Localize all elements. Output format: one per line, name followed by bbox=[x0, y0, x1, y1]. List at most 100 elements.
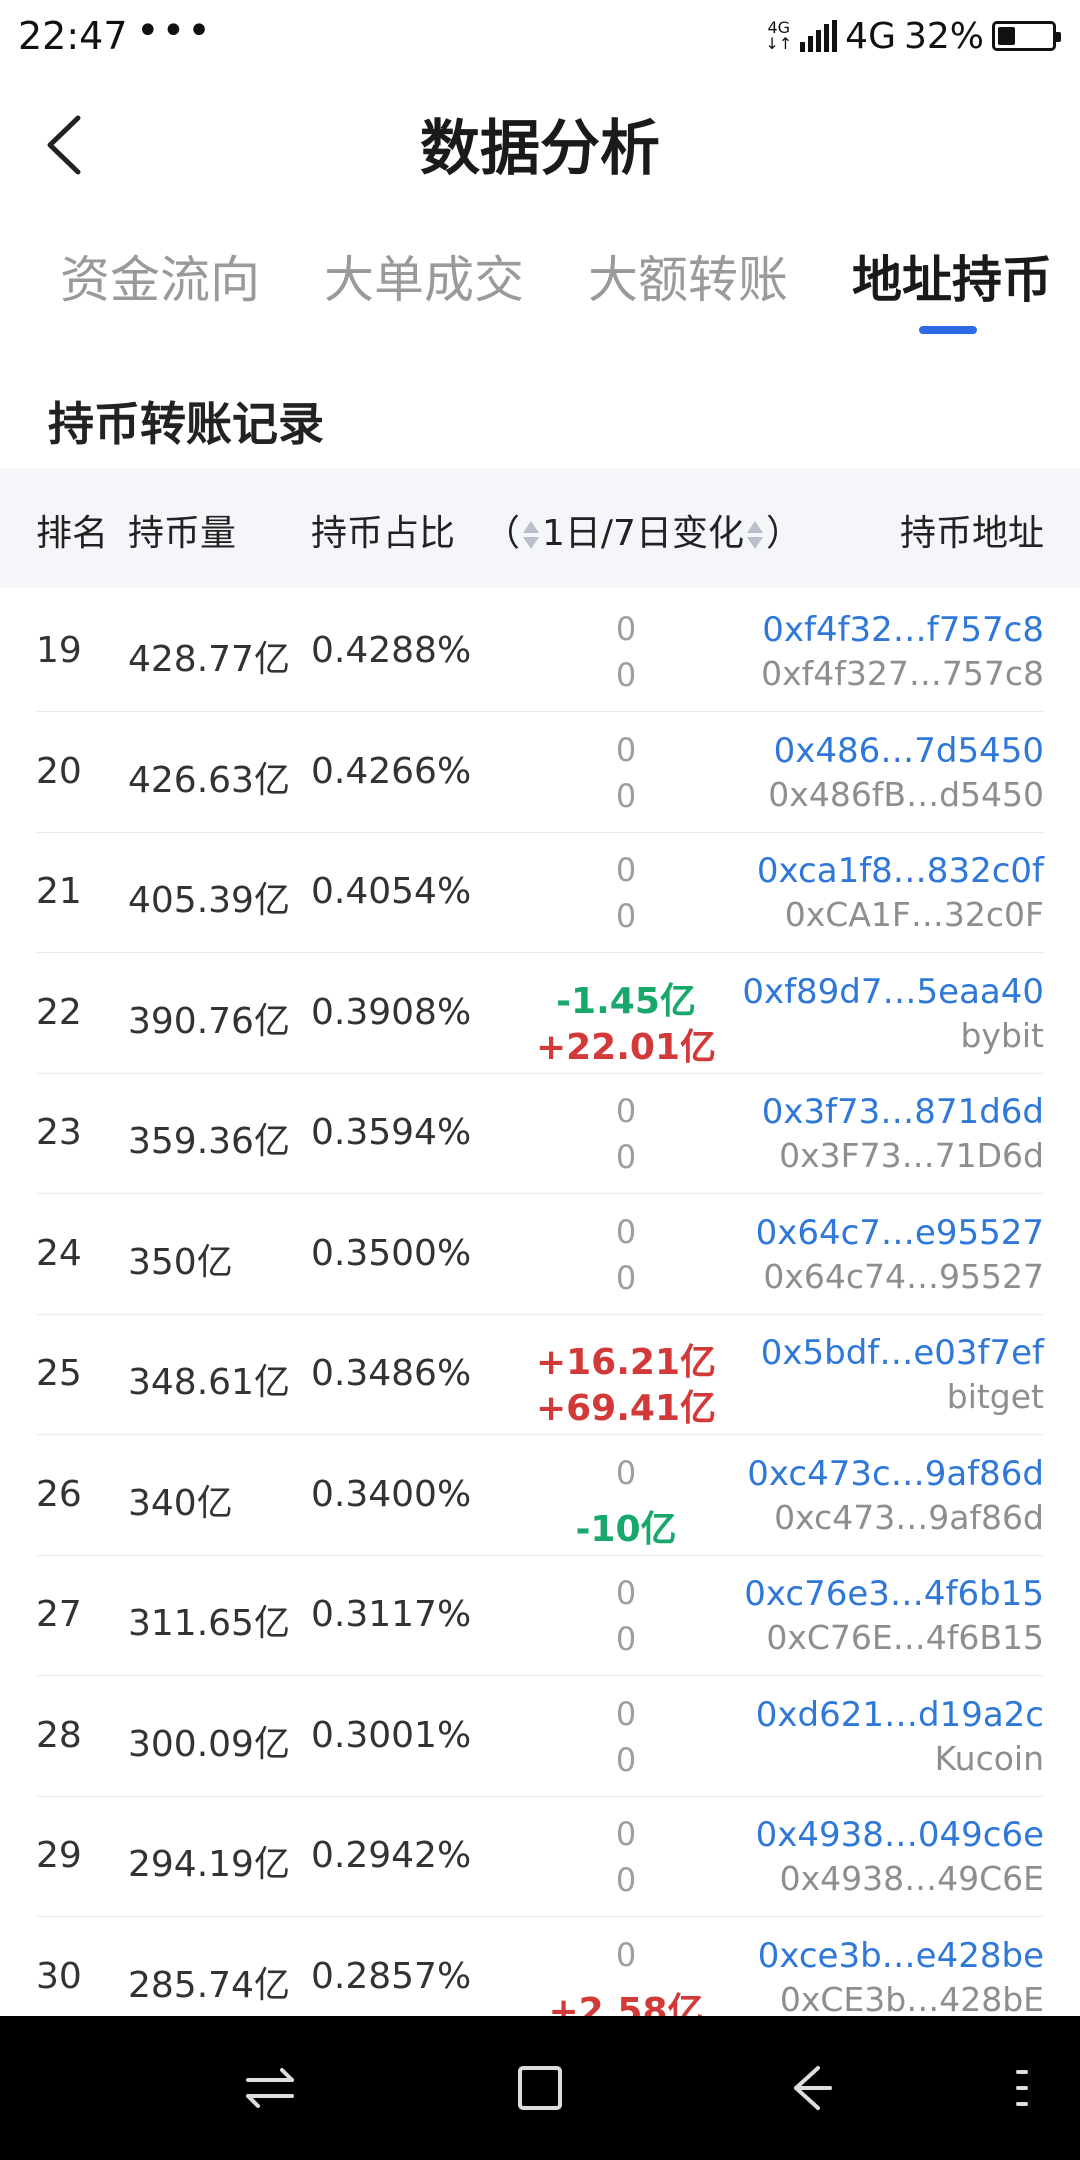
rank-cell: 27 bbox=[36, 1594, 82, 1635]
rank-cell: 20 bbox=[36, 750, 82, 792]
change-1d-cell: 0 bbox=[615, 1815, 637, 1853]
rank-cell: 24 bbox=[36, 1232, 82, 1274]
header-ratio: 持币占比 bbox=[311, 513, 456, 554]
address-link[interactable]: 0xce3b…e428be bbox=[758, 1936, 1044, 1976]
address-link[interactable]: 0xca1f8…832c0f bbox=[757, 851, 1044, 891]
rank-cell: 21 bbox=[36, 871, 82, 912]
address-link[interactable]: 0xc76e3…4f6b15 bbox=[744, 1574, 1044, 1614]
tab-large-orders[interactable]: 大单成交 bbox=[324, 240, 524, 312]
address-link[interactable]: 0x486…7d5450 bbox=[774, 731, 1044, 771]
amount-cell: 390.76亿 bbox=[128, 1000, 290, 1042]
address-link[interactable]: 0xf4f32…f757c8 bbox=[762, 610, 1044, 650]
address-label: 0x4938…49C6E bbox=[779, 1859, 1044, 1898]
amount-cell: 285.74亿 bbox=[128, 1964, 290, 2006]
rank-cell: 25 bbox=[36, 1353, 82, 1394]
address-link[interactable]: 0xc473c…9af86d bbox=[747, 1454, 1044, 1494]
back-arrow-icon[interactable] bbox=[778, 2056, 842, 2120]
rank-cell: 19 bbox=[36, 630, 82, 671]
ratio-cell: 0.3400% bbox=[311, 1473, 472, 1515]
table-row[interactable]: 26 340亿 0.3400% 0 -10亿 0xc473c…9af86d 0xc473…9… bbox=[36, 1436, 1044, 1556]
header-amount: 持币量 bbox=[128, 513, 237, 554]
amount-cell: 426.63亿 bbox=[128, 759, 290, 801]
amount-cell: 311.65亿 bbox=[128, 1603, 290, 1644]
amount-cell: 348.61亿 bbox=[128, 1362, 290, 1403]
table-row[interactable]: 28 300.09亿 0.3001% 0 0 0xd621…d19a2c Kucoin bbox=[36, 1677, 1044, 1797]
address-label: 0xCA1F…32c0F bbox=[784, 895, 1044, 934]
amount-cell: 300.09亿 bbox=[128, 1723, 290, 1765]
address-label: 0x3F73…71D6d bbox=[779, 1136, 1044, 1175]
change-7d-cell: 0 bbox=[615, 1258, 637, 1297]
swap-icon[interactable] bbox=[238, 2056, 302, 2120]
ratio-cell: 0.3594% bbox=[311, 1112, 472, 1153]
page-title: 数据分析 bbox=[420, 114, 660, 184]
address-label: 0xf4f327…757c8 bbox=[761, 654, 1044, 693]
address-link[interactable]: 0xf89d7…5eaa40 bbox=[742, 972, 1044, 1012]
tab-large-transfers[interactable]: 大额转账 bbox=[588, 240, 788, 312]
address-label: Kucoin bbox=[934, 1738, 1044, 1778]
battery-icon bbox=[992, 21, 1061, 51]
address-link[interactable]: 0x3f73…871d6d bbox=[762, 1092, 1044, 1132]
address-label: 0xC76E…4f6B15 bbox=[766, 1618, 1044, 1657]
rank-cell: 23 bbox=[36, 1112, 82, 1153]
sort-icon[interactable] bbox=[744, 517, 766, 553]
rank-cell: 22 bbox=[36, 991, 82, 1033]
tab-fund-flow[interactable]: 资金流向 bbox=[60, 240, 260, 312]
tab-active-indicator bbox=[919, 326, 977, 334]
ratio-cell: 0.4054% bbox=[311, 871, 472, 912]
section-title: 持币转账记录 bbox=[48, 397, 324, 451]
table-row[interactable]: 19 428.77亿 0.4288% 0 0 0xf4f32…f757c8 0xf4f327… bbox=[36, 592, 1044, 712]
table-row[interactable]: 24 350亿 0.3500% 0 0 0x64c7…e95527 0x64c74…9552… bbox=[36, 1195, 1044, 1315]
amount-cell: 294.19亿 bbox=[128, 1844, 290, 1885]
table-row[interactable]: 21 405.39亿 0.4054% 0 0 0xca1f8…832c0f 0xCA1F…3… bbox=[36, 833, 1044, 953]
ratio-cell: 0.3908% bbox=[311, 991, 472, 1033]
table-row[interactable]: 23 359.36亿 0.3594% 0 0 0x3f73…871d6d 0x3F73…71… bbox=[36, 1074, 1044, 1194]
status-right: 4G ↓↑ 4G 32% bbox=[765, 14, 1061, 58]
header-address: 持币地址 bbox=[899, 513, 1044, 554]
header-rank: 排名 bbox=[36, 513, 109, 554]
square-icon[interactable] bbox=[508, 2056, 572, 2120]
address-label: bybit bbox=[960, 1015, 1044, 1055]
change-1d-cell: 0 bbox=[615, 1092, 637, 1130]
change-1d-cell: 0 bbox=[615, 1694, 637, 1733]
address-link[interactable]: 0x4938…049c6e bbox=[756, 1815, 1044, 1855]
battery-percent: 32% bbox=[903, 15, 984, 57]
network-type: 4G bbox=[845, 15, 896, 57]
address-link[interactable]: 0xd621…d19a2c bbox=[756, 1695, 1044, 1735]
table-row[interactable]: 22 390.76亿 0.3908% -1.45亿 +22.01亿 0xf89d7…5ea… bbox=[36, 954, 1044, 1074]
change-7d-cell: 0 bbox=[615, 656, 637, 694]
change-1d-cell: 0 bbox=[615, 1212, 637, 1251]
address-link[interactable]: 0x64c7…e95527 bbox=[756, 1213, 1044, 1253]
address-link[interactable]: 0x5bdf…e03f7ef bbox=[761, 1333, 1044, 1373]
amount-cell: 428.77亿 bbox=[128, 639, 290, 680]
amount-cell: 340亿 bbox=[128, 1482, 233, 1524]
table-row[interactable]: 29 294.19亿 0.2942% 0 0 0x4938…049c6e 0x4938…49… bbox=[36, 1797, 1044, 1917]
change-1d-cell: +16.21亿 bbox=[535, 1342, 717, 1383]
change-1d-cell: 0 bbox=[615, 1935, 637, 1974]
rank-cell: 29 bbox=[36, 1835, 82, 1876]
address-label: 0xCE3b…428bE bbox=[779, 1979, 1044, 2019]
status-bar: 22:47 ••• 4G ↓↑ 4G 32% bbox=[0, 0, 1080, 76]
sort-icon[interactable] bbox=[520, 517, 542, 553]
network-small-icon: 4G ↓↑ bbox=[765, 18, 793, 53]
change-1d-cell: 0 bbox=[615, 730, 637, 769]
header-change-sort[interactable]: （1日/7日变化） bbox=[484, 504, 802, 556]
ratio-cell: 0.3001% bbox=[311, 1714, 472, 1756]
status-dots: ••• bbox=[136, 8, 213, 54]
menu-icon[interactable] bbox=[990, 2056, 1054, 2120]
address-label: 0x486fB…d5450 bbox=[768, 774, 1044, 814]
ratio-cell: 0.4266% bbox=[311, 750, 472, 792]
ratio-cell: 0.2942% bbox=[311, 1835, 472, 1876]
ratio-cell: 0.2857% bbox=[311, 1955, 472, 1997]
ratio-cell: 0.3486% bbox=[311, 1353, 472, 1394]
change-7d-cell: 0 bbox=[615, 897, 637, 935]
table-row[interactable]: 25 348.61亿 0.3486% +16.21亿 +69.41亿 0x5bdf…e03… bbox=[36, 1315, 1044, 1435]
table-row[interactable]: 20 426.63亿 0.4266% 0 0 0x486…7d5450 0x486fB…d5… bbox=[36, 713, 1044, 833]
change-1d-cell: -1.45亿 bbox=[556, 980, 696, 1022]
change-7d-cell: 0 bbox=[615, 1138, 637, 1176]
ratio-cell: 0.4288% bbox=[311, 630, 472, 671]
table-row[interactable]: 27 311.65亿 0.3117% 0 0 0xc76e3…4f6b15 0xC76E…4… bbox=[36, 1556, 1044, 1676]
amount-cell: 359.36亿 bbox=[128, 1121, 290, 1162]
tab-address-holdings[interactable]: 地址持币 bbox=[852, 240, 1052, 312]
change-7d-cell: +69.41亿 bbox=[535, 1388, 717, 1429]
rank-cell: 26 bbox=[36, 1473, 82, 1515]
